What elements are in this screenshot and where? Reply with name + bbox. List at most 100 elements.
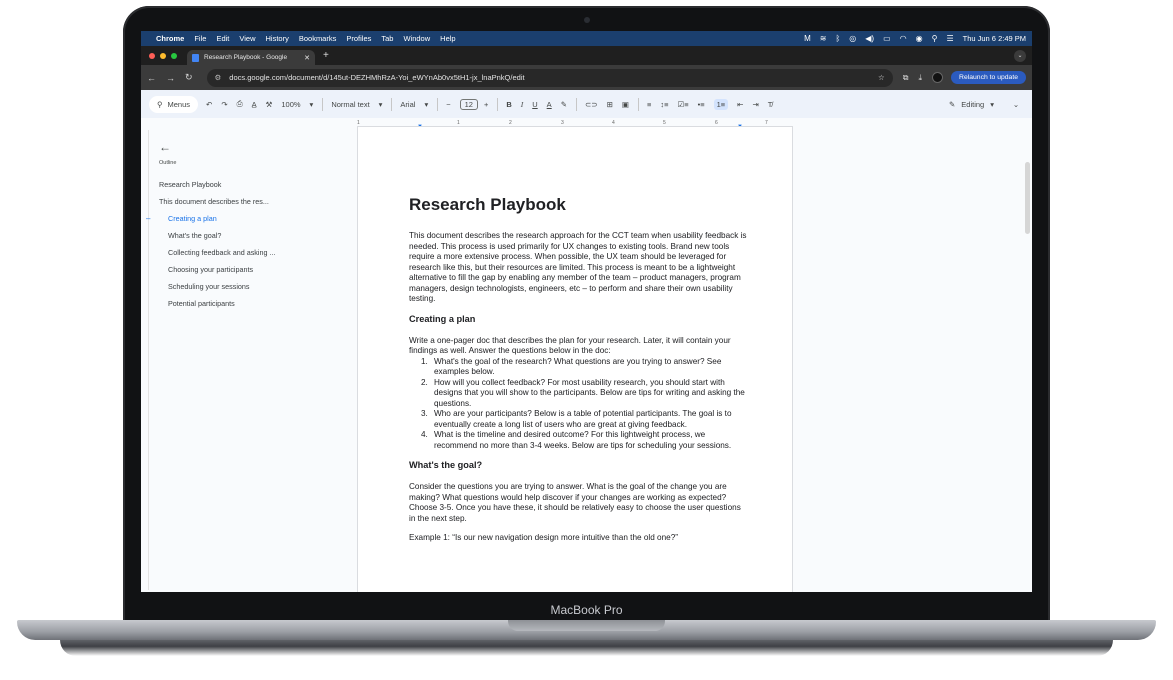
laptop-shadow <box>60 640 1113 656</box>
intro-paragraph[interactable]: This document describes the research app… <box>409 231 749 305</box>
section-paragraph[interactable]: Consider the questions you are trying to… <box>409 482 749 524</box>
section-heading[interactable]: What's the goal? <box>409 460 749 470</box>
clock[interactable]: Thu Jun 6 2:49 PM <box>963 34 1026 43</box>
menu-profiles[interactable]: Profiles <box>346 34 371 43</box>
style-select[interactable]: Normal text <box>331 100 369 109</box>
document-page[interactable]: Research Playbook This document describe… <box>357 126 793 592</box>
zoom-window-button[interactable] <box>171 52 177 59</box>
drive-icon[interactable]: ≋ <box>820 34 827 43</box>
menu-view[interactable]: View <box>239 34 255 43</box>
bluetooth-icon[interactable]: ᛒ <box>835 34 840 43</box>
paint-format-icon[interactable]: ⚒ <box>266 100 273 109</box>
outline-item-active[interactable]: Creating a plan <box>168 214 217 223</box>
back-arrow-icon[interactable]: ← <box>147 73 156 83</box>
window-controls <box>149 52 177 59</box>
bulleted-list-icon[interactable]: •≡ <box>698 100 705 109</box>
spellcheck-icon[interactable]: A̲ <box>252 100 257 109</box>
undo-icon[interactable]: ↶ <box>206 100 212 109</box>
link-icon[interactable]: ⊂⊃ <box>585 100 598 109</box>
highlight-icon[interactable]: ✎ <box>561 100 567 109</box>
minimize-window-button[interactable] <box>160 52 166 59</box>
outline-item[interactable]: This document describes the res... <box>159 197 269 206</box>
outline-item[interactable]: Collecting feedback and asking ... <box>168 248 275 257</box>
chevron-down-icon: ▾ <box>424 99 429 109</box>
collapse-menus-icon[interactable]: ⌄ <box>1008 96 1024 112</box>
comment-icon[interactable]: ⊞ <box>607 100 613 109</box>
wifi-icon[interactable]: ◠ <box>900 34 907 43</box>
font-size-input[interactable]: 12 <box>459 98 478 110</box>
underline-icon[interactable]: U <box>532 100 537 109</box>
line-spacing-icon[interactable]: ↕≡ <box>660 100 668 109</box>
clear-formatting-icon[interactable]: T̸ <box>768 100 773 109</box>
browser-toolbar: ← → ↻ ⚙ docs.google.com/document/d/145ut… <box>141 65 1032 90</box>
menu-file[interactable]: File <box>194 34 206 43</box>
url-text[interactable]: docs.google.com/document/d/145ut-DEZHMhR… <box>229 73 872 82</box>
bookmark-star-icon[interactable]: ☆ <box>878 73 885 82</box>
control-center-icon[interactable]: ☰ <box>946 34 953 43</box>
extensions-icon[interactable]: ⧉ <box>903 73 909 83</box>
list-item[interactable]: 1. What's the goal of the research? What … <box>421 357 749 378</box>
battery-icon[interactable]: ▭ <box>883 34 891 43</box>
section-paragraph[interactable]: Write a one-pager doc that describes the… <box>409 336 749 357</box>
menu-help[interactable]: Help <box>440 34 455 43</box>
increase-font-size-icon[interactable]: + <box>484 100 488 109</box>
download-icon[interactable]: ⤓ <box>919 73 923 83</box>
airdrop-icon[interactable]: ◎ <box>849 34 856 43</box>
zoom-select[interactable]: 100% <box>281 100 300 109</box>
device-label: MacBook Pro <box>550 603 623 617</box>
gmail-icon[interactable]: M <box>804 34 811 43</box>
new-tab-button[interactable]: + <box>323 50 329 61</box>
divider <box>637 97 639 111</box>
align-icon[interactable]: ≡ <box>647 100 651 109</box>
decrease-font-size-icon[interactable]: − <box>446 100 450 109</box>
numbered-list-icon[interactable]: 1≡ <box>713 98 729 110</box>
bold-icon[interactable]: B <box>506 100 511 109</box>
image-icon[interactable]: ▣ <box>622 100 629 109</box>
text-color-icon[interactable]: A <box>547 100 552 109</box>
outline-item[interactable]: Research Playbook <box>159 180 221 189</box>
list-item[interactable]: 2. How will you collect feedback? For mos… <box>421 378 749 410</box>
tab-research-playbook[interactable]: Research Playbook - Google ✕ <box>187 50 315 65</box>
back-arrow-icon[interactable]: ← <box>159 140 171 154</box>
menu-tab[interactable]: Tab <box>381 34 393 43</box>
menu-history[interactable]: History <box>266 34 289 43</box>
menu-bookmarks[interactable]: Bookmarks <box>299 34 337 43</box>
close-window-button[interactable] <box>149 52 155 59</box>
document-title[interactable]: Research Playbook <box>409 195 749 215</box>
scrollbar[interactable] <box>1025 162 1030 234</box>
outline-item[interactable]: Choosing your participants <box>168 265 253 274</box>
relaunch-button[interactable]: Relaunch to update <box>951 71 1026 84</box>
site-settings-icon[interactable]: ⚙ <box>215 73 222 82</box>
list-item-text: What's the goal of the research? What qu… <box>434 356 722 377</box>
outline-item[interactable]: What's the goal? <box>168 231 221 240</box>
forward-arrow-icon[interactable]: → <box>166 73 175 83</box>
tab-search-button[interactable]: ⌄ <box>1014 49 1026 62</box>
profile-avatar[interactable] <box>932 72 944 83</box>
increase-indent-icon[interactable]: ⇥ <box>752 100 758 109</box>
user-icon[interactable]: ◉ <box>916 34 923 43</box>
list-item[interactable]: 4. What is the timeline and desired outco… <box>421 430 749 451</box>
spotlight-icon[interactable]: ⚲ <box>932 34 938 43</box>
screen: Chrome File Edit View History Bookmarks … <box>141 31 1032 592</box>
volume-icon[interactable]: ◀) <box>865 34 874 43</box>
section-heading[interactable]: Creating a plan <box>409 314 749 324</box>
docs-favicon-icon <box>192 53 199 62</box>
font-select[interactable]: Arial <box>400 100 415 109</box>
outline-item[interactable]: Potential participants <box>168 299 235 308</box>
outline-item[interactable]: Scheduling your sessions <box>168 282 250 291</box>
checklist-icon[interactable]: ☑≡ <box>677 100 688 109</box>
reload-icon[interactable]: ↻ <box>185 72 193 83</box>
menu-window[interactable]: Window <box>403 34 430 43</box>
menu-edit[interactable]: Edit <box>216 34 229 43</box>
redo-icon[interactable]: ↷ <box>221 100 227 109</box>
italic-icon[interactable]: I <box>521 100 524 109</box>
menus-search[interactable]: ⚲ Menus <box>149 95 199 113</box>
example-paragraph[interactable]: Example 1: “Is our new navigation design… <box>409 533 749 544</box>
decrease-indent-icon[interactable]: ⇤ <box>737 100 743 109</box>
close-tab-icon[interactable]: ✕ <box>304 54 310 62</box>
menu-chrome[interactable]: Chrome <box>156 34 184 43</box>
address-bar[interactable]: ⚙ docs.google.com/document/d/145ut-DEZHM… <box>206 68 893 87</box>
editing-mode-select[interactable]: ✎ Editing ▾ <box>949 100 994 109</box>
print-icon[interactable]: ⎙ <box>237 99 243 109</box>
list-item[interactable]: 3. Who are your participants? Below is a … <box>421 409 749 430</box>
